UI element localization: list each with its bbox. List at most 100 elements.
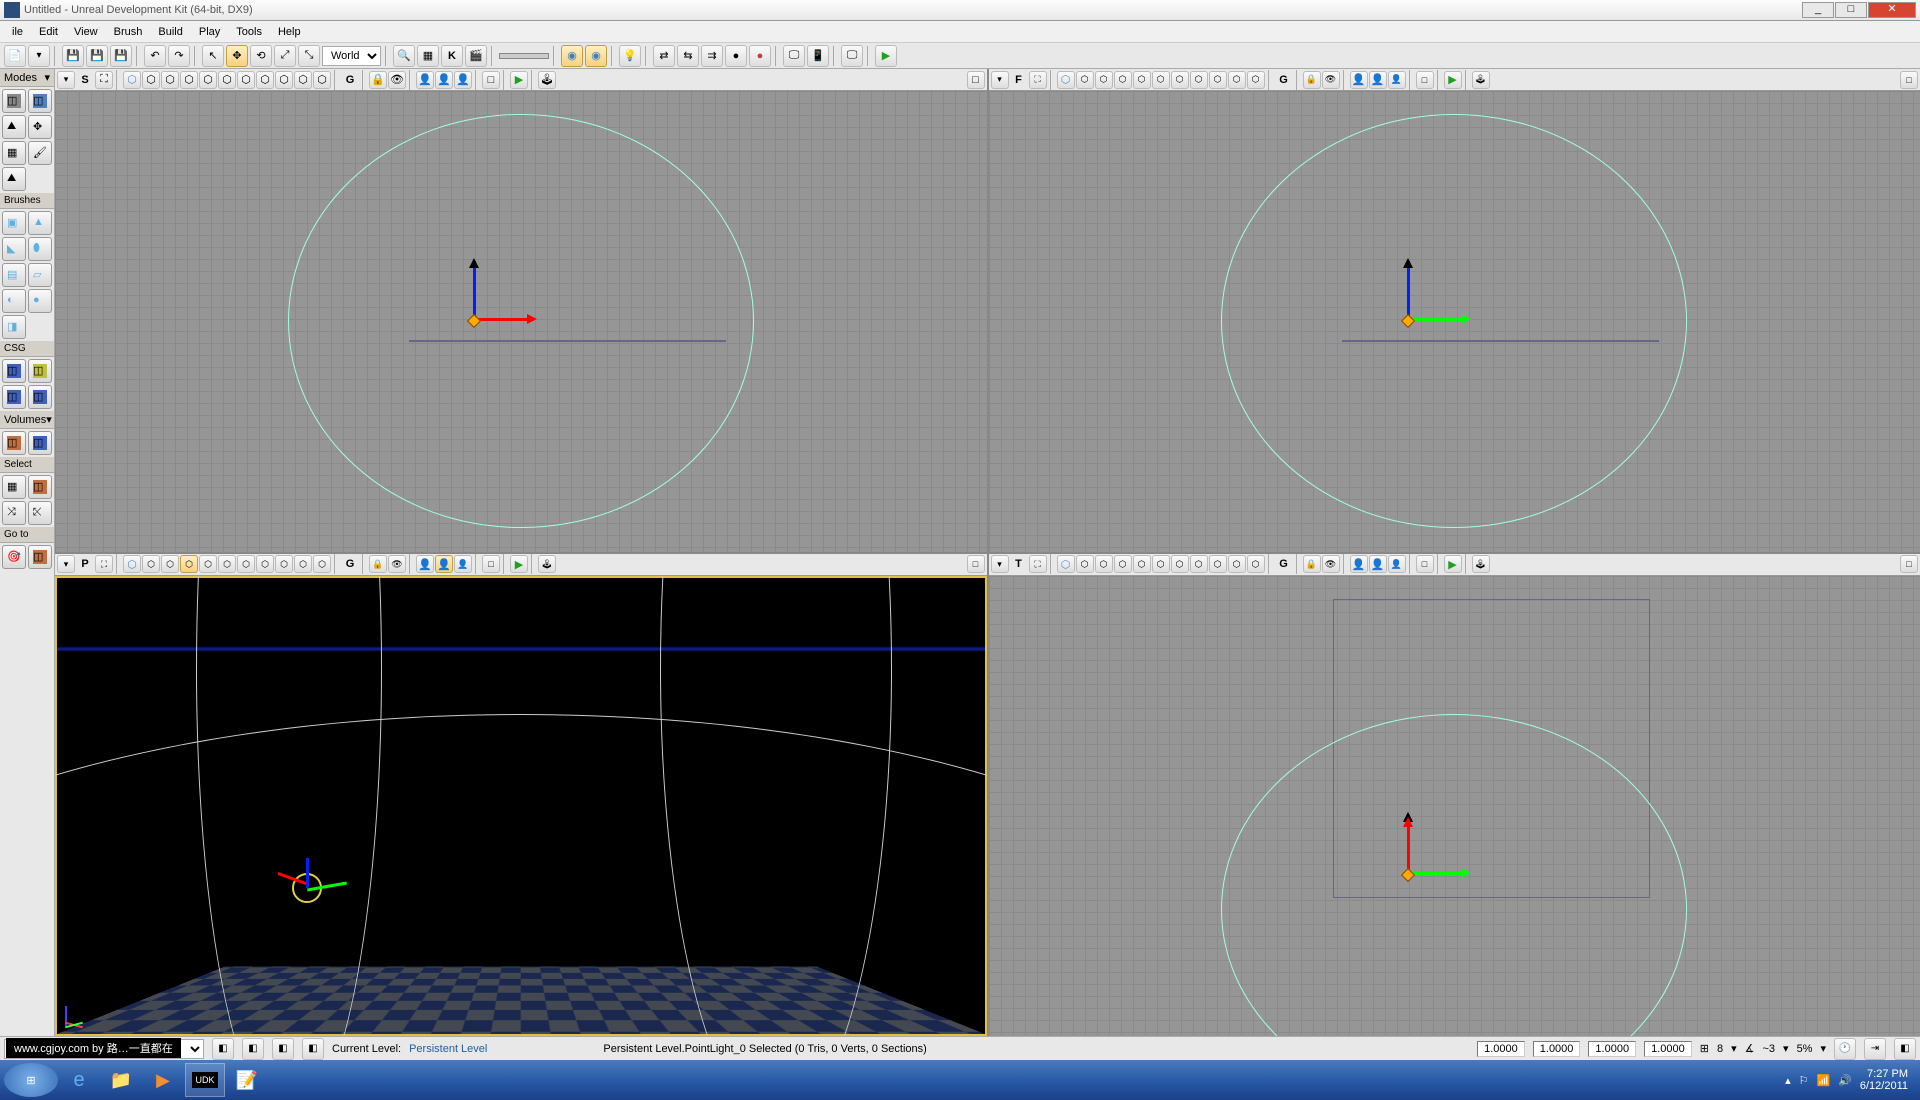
vp-g-label[interactable]: G	[1275, 74, 1293, 86]
select-invert-button[interactable]: ⤨	[2, 501, 26, 525]
vp-joystick-button[interactable]: 🕹	[1472, 71, 1490, 89]
viewport-side-canvas[interactable]: .arrow-y::after{border-bottom-color:inhe…	[989, 576, 1920, 1037]
vp-lod-button[interactable]: ⬡	[1228, 71, 1246, 89]
save-all-button[interactable]: 💾	[86, 45, 108, 67]
maximize-button[interactable]: □	[1835, 2, 1867, 18]
vp-joystick-button[interactable]: 🕹	[538, 555, 556, 573]
build-lighting-button[interactable]: ◉	[585, 45, 607, 67]
vp-lock-button[interactable]: 🔒	[369, 71, 387, 89]
rotate-mode-button[interactable]: ⟲	[250, 45, 272, 67]
goto-actor-button[interactable]: 🎯	[2, 545, 26, 569]
scale-mode-button[interactable]: ⤢	[274, 45, 296, 67]
vp-game-button[interactable]: ⬡	[313, 555, 331, 573]
vp-detail-button[interactable]: ⬡	[180, 71, 198, 89]
scale-x-field[interactable]: 1.0000	[1477, 1041, 1525, 1057]
vp-shadercomplex-button[interactable]: ⬡	[256, 555, 274, 573]
build-cover-button[interactable]: ⇆	[677, 45, 699, 67]
vp-wireframe-button[interactable]: ⬡	[1057, 71, 1075, 89]
vp-lightcomplex-button[interactable]: ⬡	[218, 555, 236, 573]
vp-pawn2-button[interactable]: 👤	[435, 71, 453, 89]
status-btn2[interactable]: ◧	[242, 1038, 264, 1060]
vp-game-button[interactable]: ⬡	[1247, 555, 1265, 573]
vp-lightcomplex-button[interactable]: ⬡	[1152, 555, 1170, 573]
menu-build[interactable]: Build	[150, 24, 190, 40]
vp-texdensity-button[interactable]: ⬡	[237, 71, 255, 89]
vp-joystick-button[interactable]: 🕹	[538, 71, 556, 89]
build-all-submit-button[interactable]: ●	[749, 45, 771, 67]
vp-texdensity-button[interactable]: ⬡	[1171, 71, 1189, 89]
kismet-button[interactable]: K	[441, 45, 463, 67]
scale-nonuniform-button[interactable]: ⤡	[298, 45, 320, 67]
status-btn4[interactable]: ◧	[302, 1038, 324, 1060]
vp-pawn2-button[interactable]: 👤	[1369, 71, 1387, 89]
vp-restore-button[interactable]: □	[967, 71, 985, 89]
vp-unlit-button[interactable]: ⬡	[1076, 555, 1094, 573]
farplane-slider[interactable]	[499, 53, 549, 59]
coord-space-select[interactable]: World	[322, 46, 381, 66]
vp-wireframe-button[interactable]: ⬡	[1057, 555, 1075, 573]
vp-lightonly-button[interactable]: ⬡	[199, 555, 217, 573]
vp-wireframe-button[interactable]: ⬡	[123, 555, 141, 573]
percent-dropdown-icon[interactable]: ▾	[1820, 1042, 1826, 1055]
vp-lod-button[interactable]: ⬡	[294, 555, 312, 573]
vp-pawn2-button[interactable]: 👤	[1369, 555, 1387, 573]
vp-square-button[interactable]: □	[482, 555, 500, 573]
vp-shadercomplex-button[interactable]: ⬡	[1190, 555, 1208, 573]
vp-lightmapd-button[interactable]: ⬡	[275, 71, 293, 89]
goto-builder-button[interactable]: ◫	[28, 545, 52, 569]
menu-tools[interactable]: Tools	[228, 24, 270, 40]
close-button[interactable]: ✕	[1868, 2, 1916, 18]
chevron-down-icon[interactable]: ▾	[46, 413, 52, 426]
vp-detail-button[interactable]: ⬡	[1114, 555, 1132, 573]
vp-texdensity-button[interactable]: ⬡	[1171, 555, 1189, 573]
curved-stair-button[interactable]: ◣	[2, 237, 26, 261]
vp-square-button[interactable]: □	[1416, 71, 1434, 89]
start-button[interactable]: ⊞	[4, 1063, 58, 1097]
status-misc-button[interactable]: ◧	[1894, 1038, 1916, 1060]
cube-brush-button[interactable]: ▣	[2, 211, 26, 235]
redo-button[interactable]: ↷	[168, 45, 190, 67]
mesh-paint-button[interactable]: 🖌	[28, 141, 52, 165]
chevron-down-icon[interactable]: ▾	[44, 71, 50, 84]
vp-lit-button[interactable]: ⬡	[161, 71, 179, 89]
menu-play[interactable]: Play	[191, 24, 228, 40]
vp-eye-button[interactable]: 👁	[1322, 71, 1340, 89]
texture-mode-button[interactable]: ▦	[2, 141, 26, 165]
vp-lock-button[interactable]: 🔒	[369, 555, 387, 573]
linear-stair-button[interactable]: ▤	[2, 263, 26, 287]
vp-joystick-button[interactable]: 🕹	[1472, 555, 1490, 573]
vp-pawn-button[interactable]: 👤	[416, 555, 434, 573]
vp-type-label[interactable]: T	[1010, 558, 1028, 570]
landscape-button[interactable]: ⛰	[2, 167, 26, 191]
vp-lightonly-button[interactable]: ⬡	[199, 71, 217, 89]
vp-type-label[interactable]: F	[1010, 74, 1028, 86]
minimize-button[interactable]: _	[1802, 2, 1834, 18]
csg-intersect-button[interactable]: ◫	[2, 385, 26, 409]
scale-z-field[interactable]: 1.0000	[1588, 1041, 1636, 1057]
vp-dropdown[interactable]: ▾	[57, 555, 75, 573]
vp-shadercomplex-button[interactable]: ⬡	[1190, 71, 1208, 89]
vp-lightcomplex-button[interactable]: ⬡	[218, 71, 236, 89]
angle-dropdown-icon[interactable]: ▾	[1783, 1042, 1789, 1055]
play-on-pc-button[interactable]: 🖵	[841, 45, 863, 67]
vp-unlit-button[interactable]: ⬡	[142, 555, 160, 573]
vp-restore-button[interactable]: □	[1900, 71, 1918, 89]
vp-game-button[interactable]: ⬡	[313, 71, 331, 89]
status-btn1[interactable]: ◧	[212, 1038, 234, 1060]
vp-unlit-button[interactable]: ⬡	[142, 71, 160, 89]
status-push-button[interactable]: ⇥	[1864, 1038, 1886, 1060]
cylinder-brush-button[interactable]: ⬮	[28, 237, 52, 261]
vp-lock-button[interactable]: 🔒	[1303, 555, 1321, 573]
vp-lit-button[interactable]: ⬡	[161, 555, 179, 573]
vp-dropdown[interactable]: ▾	[991, 71, 1009, 89]
vp-type-label[interactable]: S	[76, 74, 94, 86]
vp-pawn2-button[interactable]: 👤	[435, 555, 453, 573]
vp-wireframe-button[interactable]: ⬡	[123, 71, 141, 89]
vp-pawn-button[interactable]: 👤	[1350, 71, 1368, 89]
vp-lightmapd-button[interactable]: ⬡	[1209, 555, 1227, 573]
vp-eye-button[interactable]: 👁	[388, 555, 406, 573]
geometry-mode-button[interactable]: ◫	[28, 89, 52, 113]
undo-button[interactable]: ↶	[144, 45, 166, 67]
play-mobile-button[interactable]: 📱	[807, 45, 829, 67]
viewport-persp-canvas[interactable]	[55, 576, 987, 1037]
